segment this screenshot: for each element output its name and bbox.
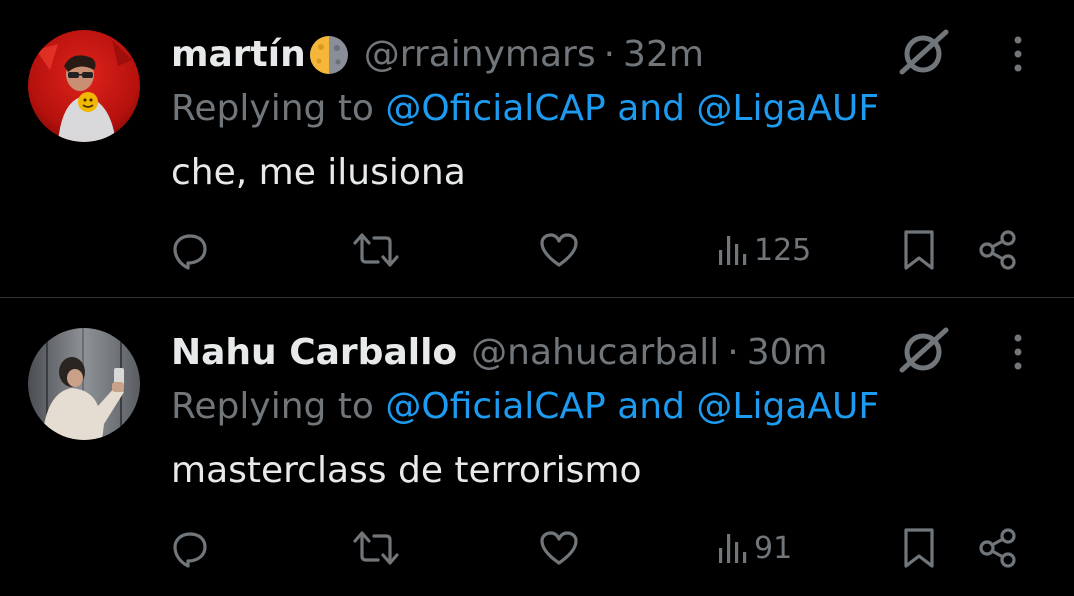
replying-to-line: Replying to @OficialCAP and @LigaAUF [171, 84, 879, 134]
avatar-image [28, 328, 140, 440]
user-handle[interactable]: @rrainymars [364, 28, 596, 82]
bookmark-button[interactable] [900, 520, 938, 576]
retweet-icon [353, 233, 399, 267]
tweet-text: masterclass de terrorismo [171, 450, 642, 491]
reply-tweet[interactable]: martín @rrainymars · 32m Replying to @Of… [0, 0, 1074, 298]
grok-icon[interactable] [896, 24, 952, 80]
views-icon [719, 236, 747, 265]
tweet-header: Nahu Carballo @nahucarball · 30m [171, 326, 828, 380]
mention-join-word: and [617, 88, 685, 129]
replying-to-label: Replying to [171, 386, 374, 427]
reply-button[interactable] [170, 520, 210, 576]
share-icon [979, 528, 1016, 568]
retweet-button[interactable] [352, 520, 400, 576]
reply-icon [173, 234, 207, 270]
avatar[interactable] [28, 328, 140, 440]
reply-icon [173, 532, 207, 568]
tweet-text: che, me ilusiona [171, 152, 466, 193]
views-count: 91 [754, 530, 793, 566]
replying-to-label: Replying to [171, 88, 374, 129]
like-button[interactable] [538, 520, 580, 576]
mention-link-ligaauf[interactable]: @LigaAUF [696, 386, 879, 427]
display-name[interactable]: martín [171, 28, 306, 82]
mention-link-oficialcap[interactable]: @OficialCAP [385, 88, 605, 129]
timestamp[interactable]: 32m [623, 28, 704, 82]
bookmark-button[interactable] [900, 222, 938, 278]
reply-tweet[interactable]: Nahu Carballo @nahucarball · 30m Replyin… [0, 298, 1074, 596]
share-button[interactable] [976, 520, 1020, 576]
tweet-header: martín @rrainymars · 32m [171, 28, 704, 82]
share-icon [979, 230, 1016, 270]
mention-link-oficialcap[interactable]: @OficialCAP [385, 386, 605, 427]
like-icon [540, 531, 578, 565]
views-button[interactable]: 91 [716, 520, 792, 576]
replying-to-line: Replying to @OficialCAP and @LigaAUF [171, 382, 879, 432]
separator-dot: · [603, 34, 616, 75]
avatar-image [28, 30, 140, 142]
views-icon [719, 534, 747, 563]
first-quarter-moon-icon [308, 34, 350, 76]
separator-dot: · [727, 332, 739, 373]
mention-link-ligaauf[interactable]: @LigaAUF [696, 88, 879, 129]
retweet-icon [353, 531, 399, 565]
grok-icon[interactable] [896, 322, 952, 378]
action-bar: 91 [0, 520, 1074, 576]
avatar[interactable] [28, 30, 140, 142]
timestamp[interactable]: 30m [747, 326, 828, 380]
retweet-button[interactable] [352, 222, 400, 278]
bookmark-icon [904, 230, 934, 270]
display-name[interactable]: Nahu Carballo [171, 326, 457, 380]
views-count: 125 [754, 232, 812, 268]
more-options-icon[interactable] [1004, 330, 1032, 374]
like-button[interactable] [538, 222, 580, 278]
bookmark-icon [904, 528, 934, 568]
user-handle[interactable]: @nahucarball [471, 326, 719, 380]
mention-join-word: and [617, 386, 685, 427]
reply-button[interactable] [170, 222, 210, 278]
action-bar: 125 [0, 222, 1074, 278]
like-icon [540, 233, 578, 267]
more-options-icon[interactable] [1004, 32, 1032, 76]
share-button[interactable] [976, 222, 1020, 278]
views-button[interactable]: 125 [716, 222, 811, 278]
